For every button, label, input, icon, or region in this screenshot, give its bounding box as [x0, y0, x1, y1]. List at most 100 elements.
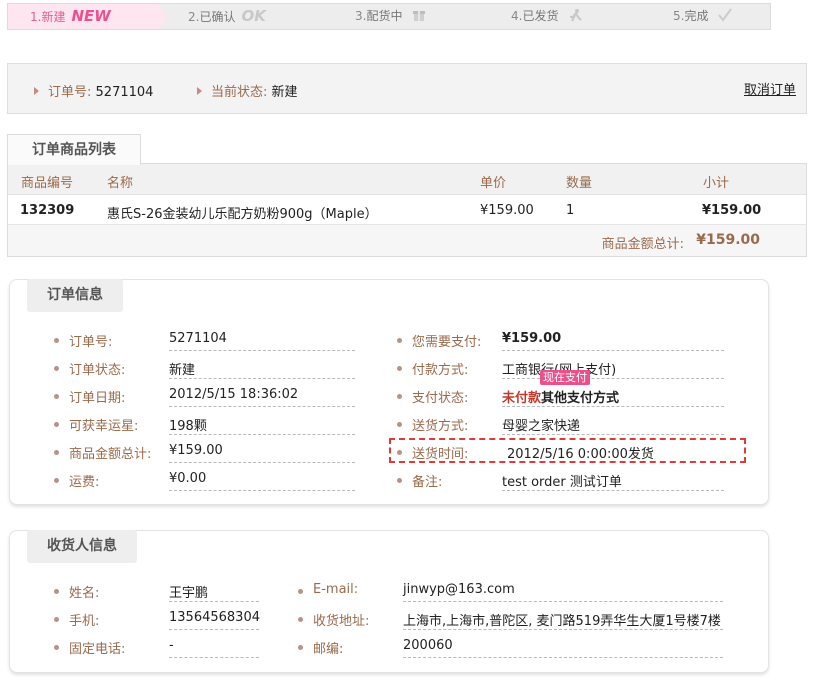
table-row: 132309 惠氏S-26金装幼儿乐配方奶粉900g（Maple） ¥159.0… — [8, 195, 806, 225]
product-name[interactable]: 惠氏S-26金装幼儿乐配方奶粉900g（Maple） — [107, 203, 378, 222]
field-label: 姓名: — [69, 586, 100, 601]
field-value: 母婴之家快递 — [502, 415, 724, 435]
field-value: 2012/5/16 0:00:00发货 — [507, 447, 654, 462]
order-info-title: 订单信息 — [27, 279, 123, 312]
bullet-icon — [397, 366, 402, 371]
step-new-number: 1. — [30, 10, 42, 24]
field-value: test order 测试订单 — [502, 471, 724, 491]
bullet-icon — [298, 617, 303, 622]
bullet-icon — [54, 645, 59, 650]
field-value: 工商银行(网上支付) — [502, 359, 724, 379]
field-value: ¥159.00 — [502, 331, 724, 351]
field-label: 订单号: — [69, 335, 113, 350]
field-value: ¥0.00 — [169, 471, 355, 491]
field-label: 固定电话: — [69, 642, 126, 657]
ok-badge: OK — [241, 7, 266, 25]
step-shipped-label: 已发货 — [522, 9, 559, 23]
step-confirmed: 2.已确认 OK — [188, 4, 266, 29]
field-label: 备注: — [412, 475, 443, 490]
bullet-icon — [397, 338, 402, 343]
field-value: 5271104 — [169, 331, 355, 351]
field-value: 上海市,上海市,普陀区,឴ 麦门路519弄华生大厦1号楼7楼 — [403, 610, 723, 630]
bullet-icon — [54, 589, 59, 594]
step-new-label: 新建 — [41, 10, 66, 24]
bullet-icon — [54, 617, 59, 622]
tab-order-goods[interactable]: 订单商品列表 — [7, 134, 141, 165]
bullet-icon — [54, 478, 59, 483]
bullet-icon — [397, 394, 402, 399]
order-number-value: 5271104 — [95, 85, 154, 100]
field-label: 送货方式: — [412, 419, 469, 434]
bullet-icon — [298, 589, 303, 594]
bullet-icon — [397, 422, 402, 427]
arrow-icon — [34, 87, 39, 95]
goods-total-value: ¥159.00 — [696, 232, 760, 248]
step-new: 1.新建 NEW — [8, 4, 169, 29]
field-value: - — [169, 638, 259, 658]
consignee-info-title: 收货人信息 — [27, 530, 137, 563]
field-label: 收货地址: — [313, 614, 370, 629]
bullet-icon — [54, 394, 59, 399]
bullet-icon — [397, 450, 402, 455]
consignee-info-card: 收货人信息 姓名: 王宇鹏 手机: 13564568304 固定电话: - E-… — [9, 530, 769, 673]
field-label: 手机: — [69, 614, 100, 629]
field-value: 2012/5/15 18:36:02 — [169, 387, 355, 407]
field-label: 付款方式: — [412, 363, 469, 378]
step-shipped: 4.已发货 — [511, 4, 583, 29]
pay-now-button[interactable]: 现在支付 — [540, 370, 590, 385]
unpaid-status: 未付款 — [502, 391, 542, 406]
order-number-label: 订单号: — [48, 85, 92, 100]
table-header: 商品编号 名称 单价 数量 小计 — [8, 164, 806, 195]
product-sku: 132309 — [20, 203, 75, 218]
bullet-icon — [397, 478, 402, 483]
cancel-order-link[interactable]: 取消订单 — [744, 79, 796, 98]
product-price: ¥159.00 — [480, 203, 534, 218]
column-header-subtotal: 小计 — [703, 176, 730, 191]
current-status-value: 新建 — [271, 85, 298, 100]
order-progress-bar: 1.新建 NEW 2.已确认 OK 3.配货中 4.已发货 5.完成 — [7, 3, 771, 30]
field-label: 商品金额总计: — [69, 447, 152, 462]
step-shipped-number: 4. — [511, 9, 523, 23]
goods-total-label: 商品金额总计: — [601, 237, 684, 252]
new-badge: NEW — [71, 7, 111, 25]
delivery-person-icon — [570, 9, 583, 22]
column-header-name: 名称 — [107, 176, 134, 191]
bullet-icon — [298, 645, 303, 650]
step-preparing-number: 3. — [355, 9, 367, 23]
field-label: 订单状态: — [69, 363, 126, 378]
bullet-icon — [54, 338, 59, 343]
gift-box-icon — [413, 11, 426, 21]
field-value: ¥159.00 — [169, 443, 355, 463]
field-label: 邮编: — [313, 642, 344, 657]
field-value: 198颗 — [169, 415, 355, 435]
step-complete: 5.完成 — [673, 4, 733, 29]
field-label: 运费: — [69, 475, 100, 490]
field-value: 13564568304 — [169, 610, 260, 630]
other-payment-link[interactable]: 其他支付方式 — [541, 391, 619, 406]
field-value: 未付款其他支付方式 — [502, 387, 724, 407]
field-label: 可获幸运星: — [69, 419, 139, 434]
arrow-icon — [197, 87, 202, 95]
column-header-quantity: 数量 — [566, 176, 593, 191]
order-summary-bar: 订单号: 5271104 当前状态: 新建 取消订单 — [7, 63, 807, 114]
current-status-label: 当前状态: — [211, 85, 268, 100]
field-value: 新建 — [169, 359, 355, 379]
product-quantity: 1 — [566, 203, 575, 218]
bullet-icon — [54, 422, 59, 427]
step-preparing-label: 配货中 — [366, 9, 403, 23]
field-label: 订单日期: — [69, 391, 126, 406]
order-number-item: 订单号: 5271104 — [34, 81, 153, 100]
step-complete-label: 完成 — [684, 9, 709, 23]
field-label: 支付状态: — [412, 391, 469, 406]
checkmark-icon — [718, 8, 733, 22]
step-preparing: 3.配货中 — [355, 4, 426, 29]
step-complete-number: 5. — [673, 9, 685, 23]
column-header-price: 单价 — [480, 176, 507, 191]
field-label: E-mail: — [313, 582, 359, 597]
field-value: jinwyp@163.com — [403, 582, 723, 602]
bullet-icon — [54, 366, 59, 371]
field-value: 200060 — [403, 638, 723, 658]
field-label: 送货时间: — [412, 447, 469, 462]
column-header-sku: 商品编号 — [21, 176, 74, 191]
field-label: 您需要支付: — [412, 335, 482, 350]
